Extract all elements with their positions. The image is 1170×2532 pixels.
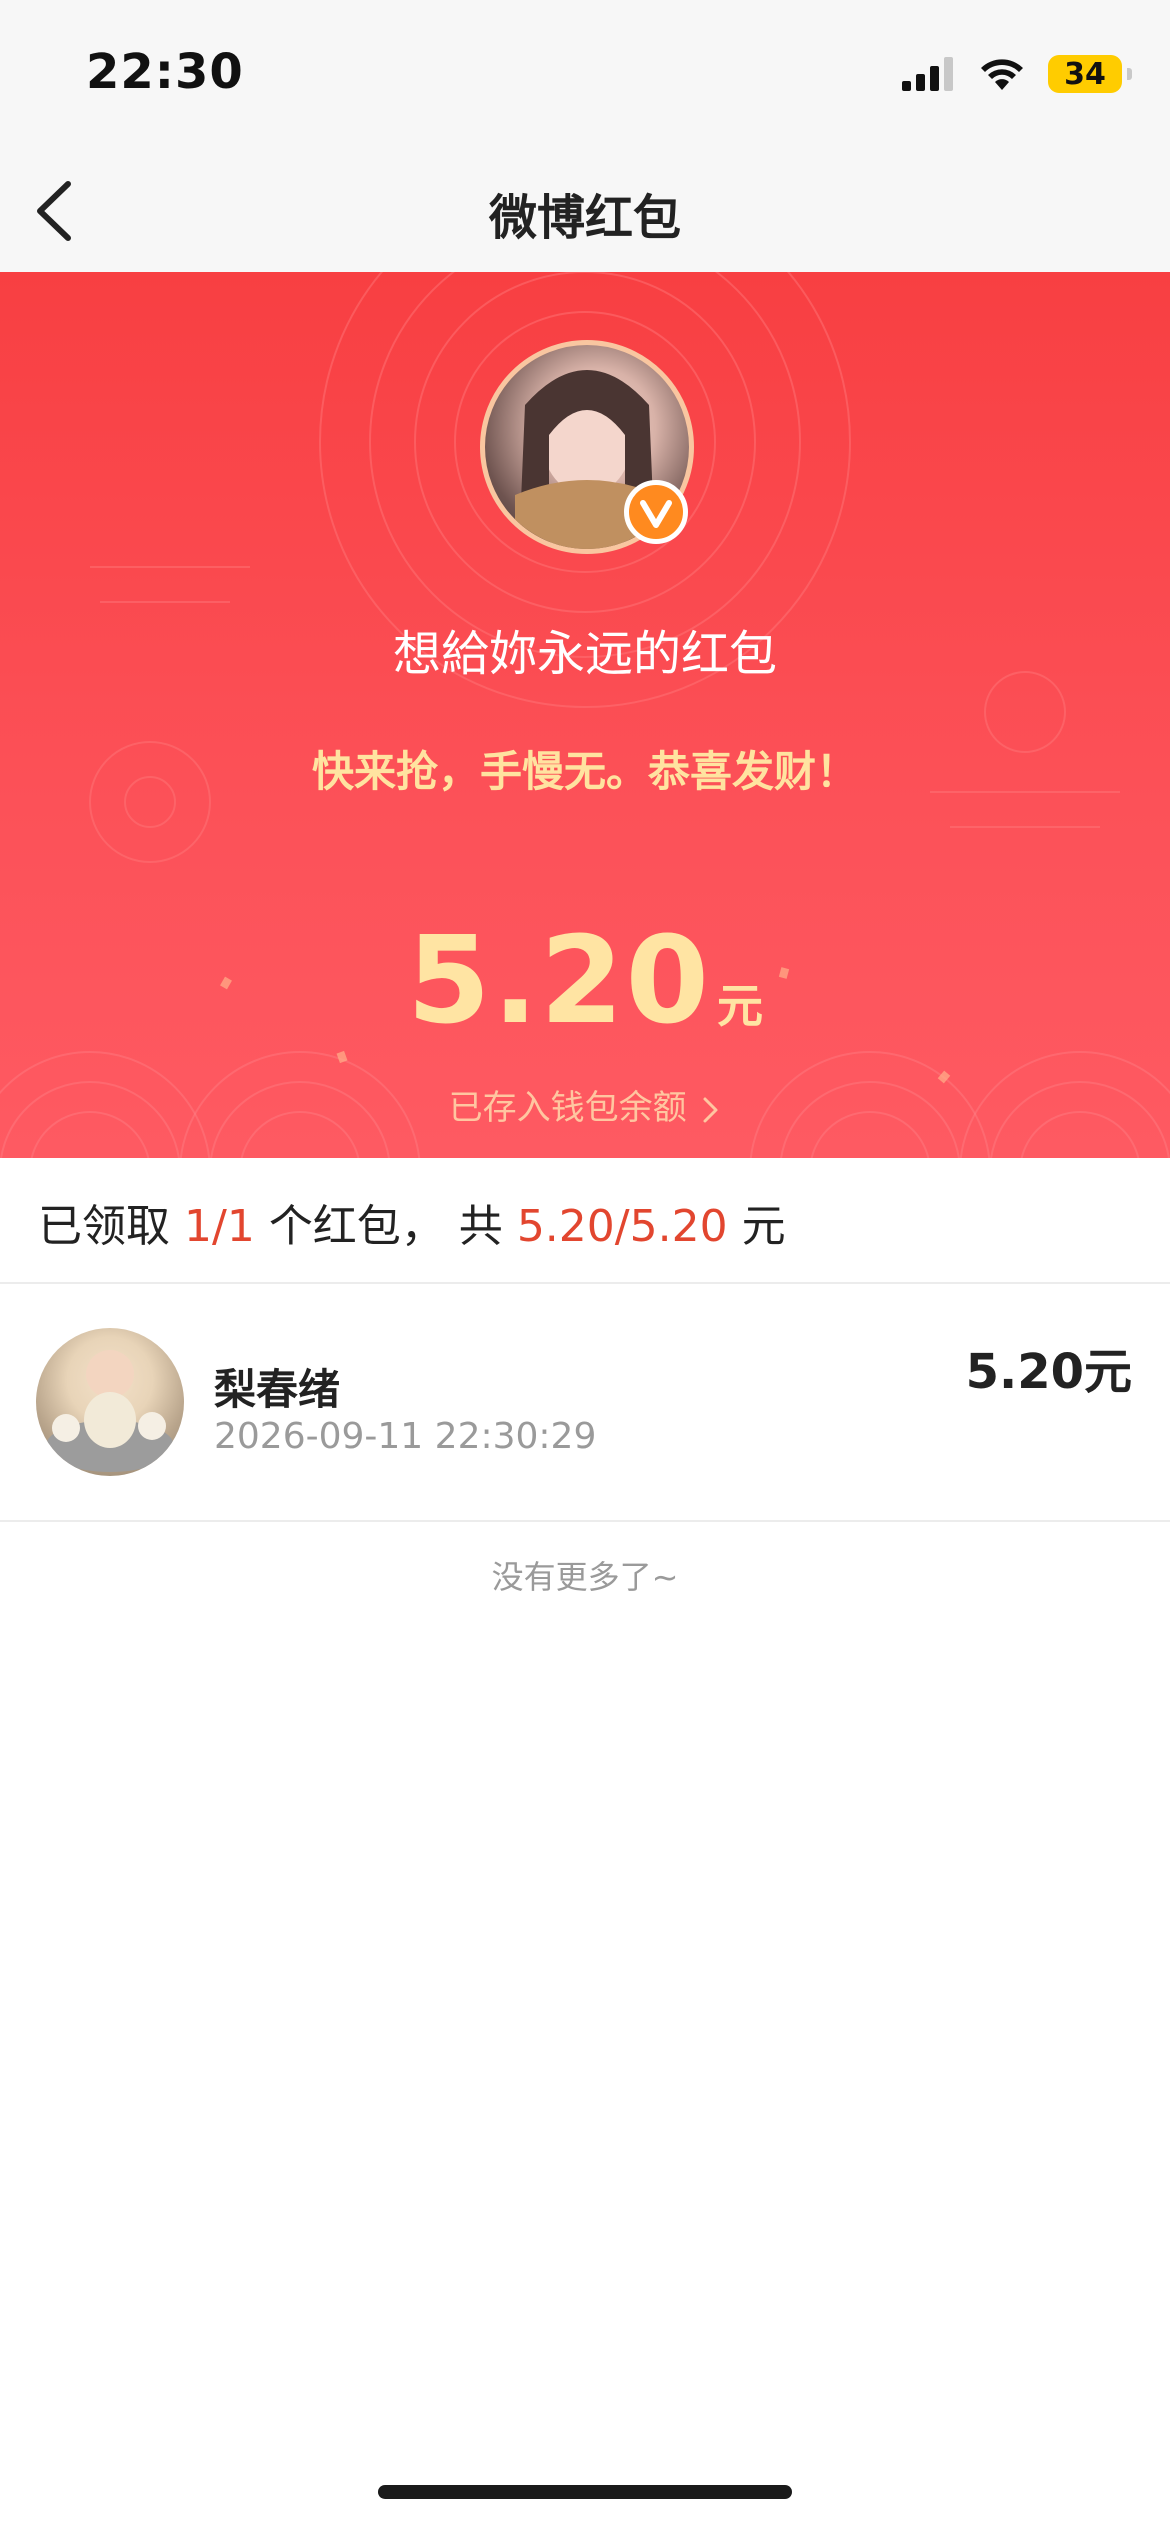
claim-summary: 已领取 1/1 个红包， 共 5.20/5.20 元 <box>0 1158 1170 1284</box>
received-amount: 5.20 元 <box>0 912 1170 1051</box>
amount-value: 5.20 <box>406 912 712 1051</box>
packet-blessing: 快来抢，手慢无。恭喜发财！ <box>311 747 858 796</box>
status-icons: 34 <box>902 52 1132 96</box>
receiver-name: 梨春绪 <box>214 1365 341 1414</box>
red-packet-header: 想給妳永远的红包 快来抢，手慢无。恭喜发财！ 5.20 元 已存入钱包余额 <box>0 272 1170 1158</box>
summary-total: 5.20/5.20 <box>516 1201 728 1252</box>
status-bar: 22:30 34 <box>0 0 1170 150</box>
receive-amount: 5.20元 <box>965 1344 1132 1400</box>
chevron-right-icon <box>703 1097 718 1122</box>
page-title: 微博红包 <box>488 190 681 246</box>
list-item[interactable]: 梨春绪 2026-09-11 22:30:29 5.20元 <box>0 1284 1170 1522</box>
home-indicator[interactable] <box>378 2485 792 2499</box>
status-time: 22:30 <box>86 44 244 100</box>
receive-time: 2026-09-11 22:30:29 <box>214 1416 597 1457</box>
saved-to-wallet-link[interactable]: 已存入钱包余额 <box>0 1080 1170 1129</box>
battery-icon: 34 <box>1048 55 1132 93</box>
verified-badge-icon <box>624 480 688 544</box>
summary-middle: 个红包， 共 <box>268 1201 503 1252</box>
wifi-icon <box>981 59 1023 90</box>
saved-to-wallet-label: 已存入钱包余额 <box>448 1088 687 1128</box>
summary-prefix: 已领取 <box>38 1201 170 1252</box>
navigation-bar: 微博红包 <box>0 150 1170 272</box>
receiver-avatar <box>36 1328 184 1476</box>
battery-level: 34 <box>1064 56 1106 92</box>
cellular-signal-icon <box>902 57 953 91</box>
summary-count: 1/1 <box>184 1201 255 1252</box>
packet-greeting: 想給妳永远的红包 <box>392 626 777 682</box>
summary-suffix: 元 <box>741 1201 786 1252</box>
amount-unit: 元 <box>717 979 764 1033</box>
no-more-text: 没有更多了~ <box>491 1558 679 1596</box>
